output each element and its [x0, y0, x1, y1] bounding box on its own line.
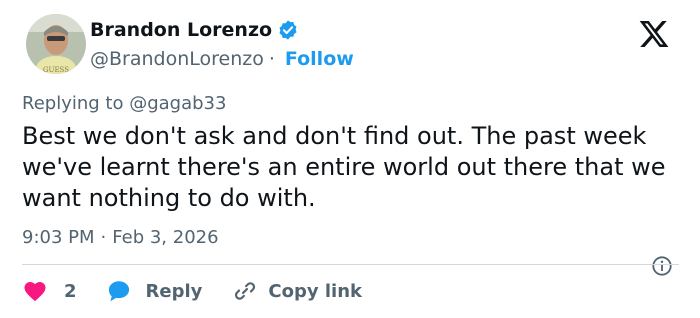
author-display-name[interactable]: Brandon Lorenzo	[90, 18, 272, 42]
heart-icon	[22, 278, 48, 304]
avatar[interactable]: GUESS	[26, 14, 86, 74]
action-bar: 2 Reply Copy link	[22, 277, 362, 305]
link-icon	[232, 278, 258, 304]
tweet-time[interactable]: 9:03 PM	[22, 226, 95, 250]
divider	[22, 264, 679, 265]
timestamp-separator: ·	[100, 227, 107, 248]
copy-link-label: Copy link	[268, 280, 362, 302]
reply-bubble-icon	[106, 278, 132, 304]
reply-label: Reply	[145, 280, 203, 302]
like-count: 2	[64, 280, 77, 302]
author-handle[interactable]: @BrandonLorenzo	[90, 47, 264, 71]
tweet-timestamp[interactable]: 9:03 PM · Feb 3, 2026	[22, 226, 219, 250]
replying-to-handle[interactable]: @gagab33	[129, 93, 226, 114]
x-logo-icon[interactable]	[638, 18, 670, 50]
avatar-caption: GUESS	[43, 66, 69, 74]
like-button[interactable]: 2	[22, 278, 77, 304]
replying-to-line: Replying to @gagab33	[22, 93, 226, 115]
copy-link-button[interactable]: Copy link	[232, 278, 362, 304]
handle-separator: ·	[268, 48, 275, 70]
reply-button[interactable]: Reply	[106, 278, 203, 304]
tweet-text: Best we don't ask and don't find out. Th…	[22, 122, 666, 212]
tweet-date[interactable]: Feb 3, 2026	[112, 226, 218, 250]
follow-button[interactable]: Follow	[285, 47, 354, 71]
info-icon[interactable]	[651, 255, 673, 277]
verified-badge-icon	[277, 19, 299, 41]
replying-to-prefix: Replying to	[22, 93, 130, 114]
